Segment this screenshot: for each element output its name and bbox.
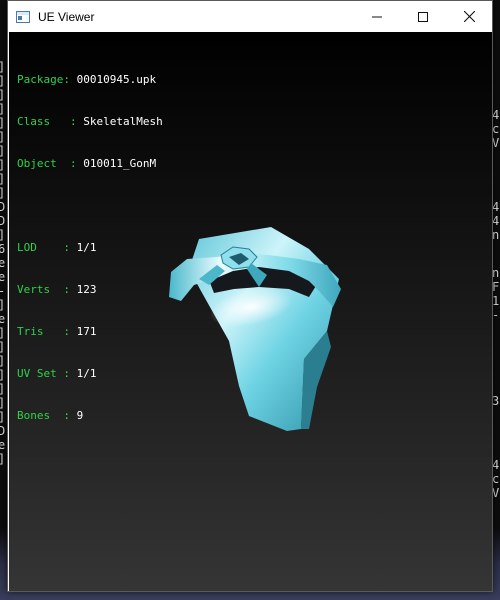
background-console-right-4: 3 xyxy=(492,394,500,408)
background-console-char: 1 xyxy=(492,294,500,308)
background-console-right-2: 44n xyxy=(492,200,500,242)
info-lod: LOD : 1/1 xyxy=(17,241,163,255)
info-label: UV Set : xyxy=(17,367,77,380)
minimize-button[interactable] xyxy=(354,1,400,32)
background-console-char: F xyxy=(492,280,500,294)
minimize-icon xyxy=(372,16,382,17)
info-bones: Bones : 9 xyxy=(17,409,163,423)
info-uvset: UV Set : 1/1 xyxy=(17,367,163,381)
3d-viewport[interactable]: Package: 00010945.upk Class : SkeletalMe… xyxy=(9,32,492,591)
info-value: 00010945.upk xyxy=(76,73,157,86)
background-console-char: 4 xyxy=(492,458,500,472)
info-tris: Tris : 171 xyxy=(17,325,163,339)
info-object: Object : 010011_GonM xyxy=(17,157,163,171)
info-label: Object : xyxy=(17,157,84,170)
maximize-icon xyxy=(418,11,428,22)
info-value: 9 xyxy=(76,409,84,422)
app-icon[interactable] xyxy=(16,10,30,23)
close-button[interactable] xyxy=(446,1,492,32)
background-console-char: 4 xyxy=(492,200,500,214)
maximize-button[interactable] xyxy=(400,1,446,32)
mesh-info-overlay: Package: 00010945.upk Class : SkeletalMe… xyxy=(17,45,163,451)
close-icon xyxy=(463,11,475,22)
background-console-char: c xyxy=(492,472,500,486)
background-console-char: V xyxy=(492,486,500,500)
info-value: 010011_GonM xyxy=(83,157,157,170)
background-console-right-1: 4cV xyxy=(492,108,500,150)
info-verts: Verts : 123 xyxy=(17,283,163,297)
background-console-char: c xyxy=(492,122,500,136)
info-label: Class : xyxy=(17,115,84,128)
info-value: SkeletalMesh xyxy=(83,115,163,128)
background-console-right-3: nF1- xyxy=(492,266,500,322)
background-console-right-5: 4cV xyxy=(492,458,500,500)
background-console-char: n xyxy=(492,228,500,242)
ue-viewer-window[interactable]: UE Viewer Package: 00010945.upk Class: … xyxy=(7,0,493,592)
info-label: LOD : xyxy=(17,241,77,254)
title-bar[interactable]: UE Viewer xyxy=(8,1,492,32)
window-controls xyxy=(354,1,492,32)
skeletal-mesh-model[interactable] xyxy=(159,217,349,432)
info-value: 171 xyxy=(76,325,97,338)
window-title: UE Viewer xyxy=(38,9,95,24)
background-console-char: V xyxy=(492,136,500,150)
background-console-char: - xyxy=(492,308,500,322)
info-value: 1/1 xyxy=(76,367,97,380)
info-class: Class : SkeletalMesh xyxy=(17,115,163,129)
background-console-char: 3 xyxy=(492,394,500,408)
background-console-char: n xyxy=(492,266,500,280)
background-console-char: 4 xyxy=(492,214,500,228)
info-label: Bones : xyxy=(17,409,77,422)
info-label: Package: xyxy=(17,73,77,86)
info-package: Package: 00010945.upk xyxy=(17,73,163,87)
info-label: Tris : xyxy=(17,325,77,338)
background-console-char: 4 xyxy=(492,108,500,122)
info-value: 123 xyxy=(76,283,97,296)
info-label: Verts : xyxy=(17,283,77,296)
info-value: 1/1 xyxy=(76,241,97,254)
